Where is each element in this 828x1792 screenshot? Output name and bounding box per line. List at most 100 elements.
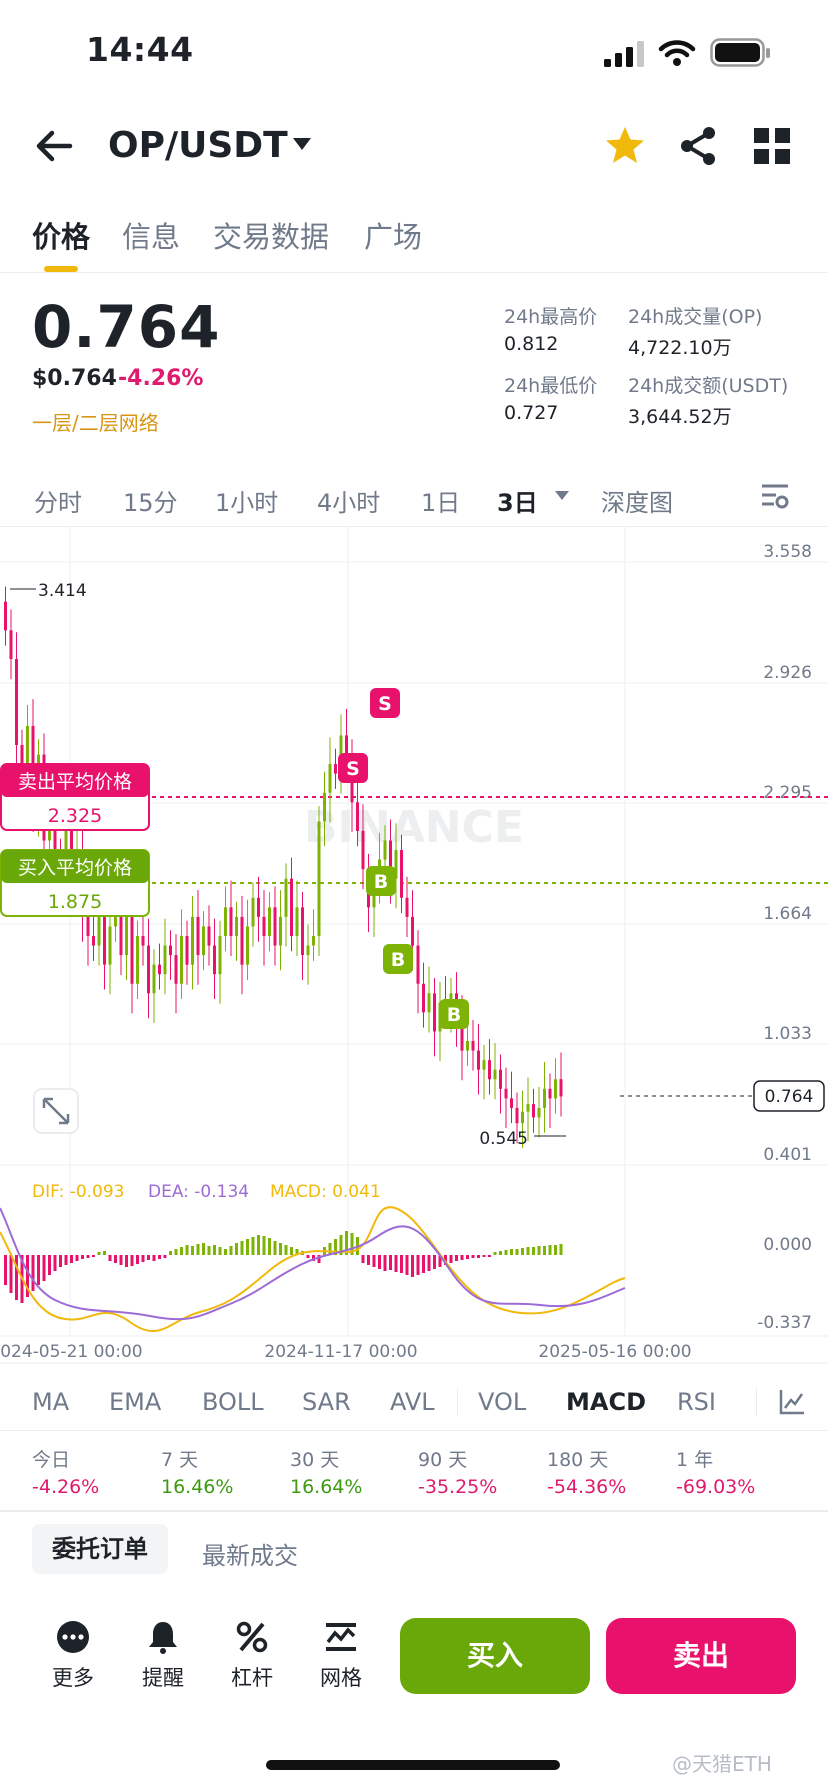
more-button[interactable]: 更多 — [38, 1620, 108, 1692]
expand-icon[interactable] — [33, 1088, 79, 1134]
interval-time[interactable]: 分时 — [34, 483, 82, 518]
candle-body — [477, 1050, 480, 1070]
interval-15m[interactable]: 15分 — [123, 483, 178, 518]
candle-body — [504, 1088, 508, 1099]
back-arrow-icon[interactable] — [30, 122, 78, 170]
macd-histogram-bar — [510, 1249, 513, 1255]
signal-icon — [604, 41, 644, 67]
tab-latest-trades[interactable]: 最新成交 — [202, 1536, 298, 1571]
candle-body — [158, 964, 161, 975]
candle-body — [532, 1104, 535, 1118]
candle-body — [400, 850, 403, 898]
candle-body — [147, 945, 150, 994]
macd-histogram-bar — [449, 1255, 453, 1263]
buy-marker[interactable]: B — [383, 944, 413, 974]
tab-open-orders[interactable]: 委托订单 — [32, 1524, 168, 1574]
buy-marker[interactable]: B — [366, 866, 396, 896]
interval-4h[interactable]: 4小时 — [317, 483, 380, 518]
perf-label: 30 天 — [290, 1449, 340, 1471]
tab-info[interactable]: 信息 — [122, 214, 180, 256]
macd-histogram-bar — [185, 1245, 189, 1255]
indicator-ma[interactable]: MA — [32, 1388, 69, 1416]
chart-settings-icon[interactable] — [760, 482, 790, 510]
macd-histogram-bar — [389, 1255, 392, 1270]
indicator-settings-icon[interactable] — [778, 1388, 806, 1416]
macd-histogram-bar — [284, 1245, 288, 1255]
divider — [0, 1510, 828, 1512]
candle-body — [345, 735, 348, 755]
candle-body — [334, 764, 337, 774]
caret-down-icon[interactable] — [290, 134, 314, 154]
buy-avg-box[interactable]: 买入平均价格 1.875 — [0, 849, 150, 917]
candle-body — [92, 935, 95, 946]
macd-histogram-bar — [37, 1255, 40, 1285]
candle-body — [323, 792, 326, 822]
macd-histogram-bar — [92, 1255, 95, 1257]
macd-histogram-bar — [53, 1255, 57, 1271]
macd-histogram-bar — [493, 1252, 497, 1255]
interval-3d[interactable]: 3日 — [497, 483, 538, 518]
indicator-vol[interactable]: VOL — [478, 1388, 526, 1416]
last-price: 0.764 — [32, 293, 221, 361]
macd-histogram-bar — [196, 1244, 200, 1255]
leverage-button[interactable]: 杠杆 — [217, 1620, 287, 1692]
candle-body — [268, 907, 271, 936]
indicator-macd[interactable]: MACD — [566, 1388, 646, 1416]
alert-button[interactable]: 提醒 — [128, 1620, 198, 1692]
macd-histogram-bar — [141, 1255, 145, 1262]
candle-body — [213, 945, 216, 975]
tab-square[interactable]: 广场 — [364, 214, 422, 256]
caret-down-icon[interactable] — [554, 490, 570, 502]
candle-body — [548, 1088, 552, 1099]
candle-body — [416, 945, 420, 984]
candle-body — [218, 935, 222, 975]
candle-body — [15, 659, 18, 745]
grid-menu-icon[interactable] — [752, 126, 792, 166]
grid-trading-button[interactable]: 网格 — [306, 1620, 376, 1692]
indicator-avl[interactable]: AVL — [390, 1388, 435, 1416]
interval-1d[interactable]: 1日 — [421, 483, 460, 518]
sell-button[interactable]: 卖出 — [606, 1618, 796, 1694]
macd-histogram-bar — [119, 1255, 123, 1265]
macd-histogram-bar — [147, 1255, 150, 1260]
sell-marker[interactable]: S — [338, 753, 368, 783]
indicator-rsi[interactable]: RSI — [677, 1388, 716, 1416]
star-icon[interactable] — [603, 124, 647, 168]
macd-histogram-bar — [31, 1255, 35, 1291]
macd-histogram-bar — [273, 1241, 277, 1255]
candlestick-chart[interactable]: BINANCE 3.558 2.926 2.295 1.664 1.033 0.… — [0, 526, 828, 1364]
macd-histogram-bar — [108, 1255, 112, 1261]
buy-marker[interactable]: B — [439, 999, 469, 1029]
sell-avg-value: 2.325 — [48, 805, 102, 827]
macd-histogram-bar — [240, 1241, 244, 1255]
interval-depth[interactable]: 深度图 — [601, 483, 673, 518]
tab-trading-data[interactable]: 交易数据 — [213, 214, 329, 256]
network-tag[interactable]: 一层/二层网络 — [32, 407, 159, 436]
y-tick-label: 1.664 — [763, 904, 812, 924]
buy-button[interactable]: 买入 — [400, 1618, 590, 1694]
watermark-binance: BINANCE — [304, 802, 524, 853]
macd-histogram-bar — [207, 1246, 211, 1255]
macd-histogram-bar — [306, 1255, 310, 1258]
sell-marker[interactable]: S — [370, 688, 400, 718]
candle-body — [246, 926, 249, 965]
candle-body — [356, 802, 359, 831]
macd-histogram-bar — [213, 1245, 216, 1255]
sell-avg-label: 卖出平均价格 — [18, 771, 132, 793]
macd-histogram-bar — [130, 1255, 134, 1266]
indicator-sar[interactable]: SAR — [302, 1388, 351, 1416]
macd-histogram-bar — [504, 1250, 508, 1255]
y-tick-label: 2.295 — [763, 783, 812, 803]
macd-histogram-bar — [416, 1255, 420, 1275]
indicator-boll[interactable]: BOLL — [202, 1388, 264, 1416]
pair-title[interactable]: OP/USDT — [108, 125, 288, 166]
sell-avg-box[interactable]: 卖出平均价格 2.325 — [0, 763, 150, 831]
tab-price[interactable]: 价格 — [32, 214, 90, 256]
share-icon[interactable] — [676, 124, 720, 168]
indicator-ema[interactable]: EMA — [109, 1388, 161, 1416]
volume-usdt-value: 3,644.52万 — [628, 406, 732, 428]
macd-histogram-bar — [262, 1236, 266, 1255]
interval-1h[interactable]: 1小时 — [215, 483, 278, 518]
candle-body — [273, 907, 277, 946]
min-price-label: 0.545 — [479, 1129, 528, 1149]
